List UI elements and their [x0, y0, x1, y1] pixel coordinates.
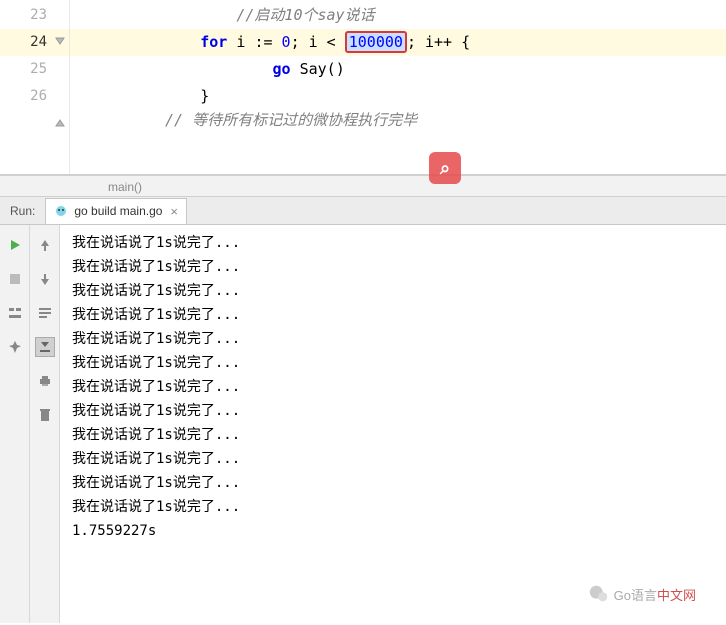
run-label: Run: — [0, 204, 45, 218]
code-line-active: for i := 0; i < 100000; i++ { — [70, 29, 726, 56]
line-number[interactable]: 23 — [0, 2, 69, 29]
run-toolbar-primary — [0, 225, 30, 623]
magnifier-icon: ⌕ — [440, 158, 450, 179]
run-toolbar-secondary — [30, 225, 60, 623]
console-output[interactable]: 我在说话说了1s说完了... 我在说话说了1s说完了... 我在说话说了1s说完… — [60, 225, 726, 623]
scroll-to-end-button[interactable] — [35, 337, 55, 357]
down-arrow-button[interactable] — [35, 269, 55, 289]
breadcrumb[interactable]: main() — [0, 175, 726, 197]
line-number[interactable]: 26 — [0, 83, 69, 110]
pin-button[interactable] — [5, 337, 25, 357]
console-line: 我在说话说了1s说完了... — [72, 375, 714, 399]
console-line-timing: 1.7559227s — [72, 519, 714, 543]
console-line: 我在说话说了1s说完了... — [72, 447, 714, 471]
fold-icon[interactable] — [54, 35, 66, 47]
code-area[interactable]: //启动10个say说话 for i := 0; i < 100000; i++… — [70, 0, 726, 174]
code-line: go Say() — [70, 56, 726, 83]
code-line: } — [70, 83, 726, 110]
highlighted-value: 100000 — [345, 31, 407, 53]
go-file-icon — [54, 204, 68, 218]
console-line: 我在说话说了1s说完了... — [72, 327, 714, 351]
line-number[interactable]: 25 — [0, 56, 69, 83]
code-line-cutoff: // 等待所有标记过的微协程执行完毕 — [70, 110, 726, 130]
footer-watermark: Go语言中文网 — [588, 583, 696, 605]
watermark-logo: ⌕ — [429, 152, 461, 184]
up-arrow-button[interactable] — [35, 235, 55, 255]
console-line: 我在说话说了1s说完了... — [72, 495, 714, 519]
gutter: 23 24 25 26 — [0, 0, 70, 174]
close-icon[interactable]: × — [170, 204, 178, 219]
console-line: 我在说话说了1s说完了... — [72, 471, 714, 495]
run-tab[interactable]: go build main.go × — [45, 198, 187, 224]
console-line: 我在说话说了1s说完了... — [72, 279, 714, 303]
code-comment: //启动10个say说话 — [128, 6, 375, 24]
layout-button[interactable] — [5, 303, 25, 323]
console-line: 我在说话说了1s说完了... — [72, 399, 714, 423]
fold-icon[interactable] — [54, 117, 66, 129]
run-panel-header: Run: go build main.go × — [0, 197, 726, 225]
code-editor: 23 24 25 26 //启动10个say说话 for i := 0; i <… — [0, 0, 726, 175]
console-line: 我在说话说了1s说完了... — [72, 255, 714, 279]
trash-button[interactable] — [35, 405, 55, 425]
print-button[interactable] — [35, 371, 55, 391]
console-line: 我在说话说了1s说完了... — [72, 351, 714, 375]
wrap-button[interactable] — [35, 303, 55, 323]
wechat-icon — [588, 583, 610, 605]
run-button[interactable] — [5, 235, 25, 255]
console-line: 我在说话说了1s说完了... — [72, 423, 714, 447]
console-line: 我在说话说了1s说完了... — [72, 303, 714, 327]
run-panel-body: 我在说话说了1s说完了... 我在说话说了1s说完了... 我在说话说了1s说完… — [0, 225, 726, 623]
tab-title: go build main.go — [74, 204, 162, 218]
console-line: 我在说话说了1s说完了... — [72, 231, 714, 255]
stop-button[interactable] — [5, 269, 25, 289]
